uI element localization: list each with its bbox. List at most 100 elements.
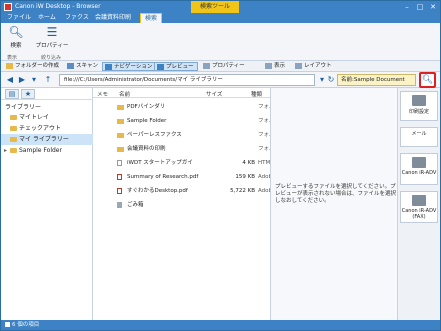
doc-icon bbox=[117, 160, 122, 166]
search-icon: 🔍︎ bbox=[421, 75, 434, 85]
tree-item[interactable]: チェックアウト bbox=[1, 123, 93, 134]
tab-fax[interactable]: ファクス bbox=[61, 13, 93, 23]
folder-icon bbox=[117, 105, 124, 110]
file-type: Adobe bbox=[258, 188, 270, 194]
search-button[interactable]: 🔍︎ 検索 bbox=[5, 25, 27, 49]
file-row[interactable]: Sample Folder フォルダ bbox=[115, 116, 270, 127]
folder-icon bbox=[10, 115, 17, 120]
tree-item-label: チェックアウト bbox=[19, 125, 62, 132]
title-bar: Canon iW Desktop - Browser 検索ツール – □ ✕ bbox=[1, 1, 440, 13]
property-icon: ☰ bbox=[46, 25, 58, 39]
file-name: Sample Folder bbox=[127, 118, 167, 124]
tree-item-label: マイトレイ bbox=[19, 114, 50, 121]
history-dropdown-icon[interactable]: ▾ bbox=[29, 75, 39, 85]
folder-icon bbox=[10, 126, 17, 131]
view-button[interactable]: 表示 bbox=[263, 62, 288, 71]
file-row[interactable]: 会議資料の印刷 フォルダ bbox=[115, 144, 270, 155]
file-list: メモ 名前 サイズ 種類 PDFバインダリフォルダSample Folderフォ… bbox=[93, 88, 270, 320]
tab-meeting-print[interactable]: 会議資料印刷 bbox=[91, 13, 135, 23]
properties-icon bbox=[203, 63, 210, 69]
file-row[interactable]: ペーパーレスファクス フォルダ bbox=[115, 130, 270, 141]
layout-button[interactable]: レイアウト bbox=[293, 62, 335, 71]
column-memo[interactable]: メモ bbox=[97, 90, 108, 98]
context-tab-label: 検索ツール bbox=[191, 1, 239, 13]
file-type: HTML bbox=[258, 160, 270, 166]
nav-tabs: ▤ ★ bbox=[1, 88, 93, 100]
layout-label: レイアウト bbox=[304, 63, 332, 69]
scan-button[interactable]: スキャン bbox=[65, 62, 101, 71]
tree-item[interactable]: ▸ Sample Folder bbox=[1, 145, 93, 156]
preview-message: プレビューするファイルを選択してください。プレビューが表示されない場合は、ファイ… bbox=[275, 184, 397, 204]
output-button[interactable]: Canon iR-ADV bbox=[400, 153, 438, 185]
library-header: ライブラリー bbox=[5, 104, 42, 111]
search-execute-button[interactable]: 🔍︎ bbox=[419, 72, 436, 88]
file-size: 5,722 KB bbox=[230, 188, 255, 194]
properties-button[interactable]: プロパティー bbox=[201, 62, 248, 71]
file-name: すぐわかるDesktop.pdf bbox=[127, 188, 188, 194]
library-tab-icon[interactable]: ▤ bbox=[5, 89, 19, 99]
folder-icon bbox=[117, 147, 124, 152]
back-icon[interactable]: ◀ bbox=[5, 75, 15, 85]
file-row[interactable]: ごみ箱 bbox=[115, 200, 270, 211]
group-display-label: 表示 bbox=[7, 55, 18, 61]
output-button-label: 印刷設定 bbox=[408, 109, 429, 115]
tree-item[interactable]: マイトレイ bbox=[1, 112, 93, 123]
navigation-label: ナビゲーション bbox=[114, 64, 153, 70]
group-refine-label: 絞り込み bbox=[41, 55, 62, 61]
file-name: iWDT スタートアップガイ bbox=[127, 160, 193, 166]
maximize-icon[interactable]: □ bbox=[414, 2, 426, 12]
navigation-icon bbox=[105, 64, 112, 70]
tree-item-label: Sample Folder bbox=[19, 147, 62, 154]
column-type[interactable]: 種類 bbox=[251, 90, 262, 98]
file-name: ごみ箱 bbox=[127, 202, 144, 208]
output-button-label: Canon iR-ADV bbox=[401, 170, 437, 176]
output-button[interactable]: Canon iR-ADV (FAX) bbox=[400, 191, 438, 223]
file-row[interactable]: PDFバインダリ フォルダ bbox=[115, 102, 270, 113]
output-button-label: Canon iR-ADV (FAX) bbox=[401, 208, 437, 220]
file-type: フォルダ bbox=[258, 104, 270, 110]
search-input[interactable]: 名前:Sample Document bbox=[337, 74, 416, 86]
create-folder-label: フォルダーの作成 bbox=[15, 63, 60, 69]
output-button[interactable]: メール bbox=[400, 127, 438, 147]
file-row[interactable]: Summary of Research.pdf 159 KBAdobe bbox=[115, 172, 270, 183]
window-title: Canon iW Desktop - Browser bbox=[15, 3, 101, 10]
close-icon[interactable]: ✕ bbox=[427, 2, 439, 12]
status-icon bbox=[5, 322, 10, 327]
path-field[interactable]: file:///C:/Users/Administrator/Documents… bbox=[59, 74, 315, 86]
folder-icon bbox=[117, 133, 124, 138]
status-text: 6 個の項目 bbox=[12, 322, 40, 328]
file-size: 4 KB bbox=[242, 160, 255, 166]
column-size[interactable]: サイズ bbox=[206, 90, 222, 98]
tree-item-label: マイ ライブラリー bbox=[19, 136, 69, 143]
minimize-icon[interactable]: – bbox=[401, 2, 413, 12]
favorites-tab-icon[interactable]: ★ bbox=[21, 89, 35, 99]
tree-item[interactable]: マイ ライブラリー bbox=[1, 134, 93, 145]
column-header: メモ 名前 サイズ 種類 bbox=[93, 88, 270, 98]
up-icon[interactable]: ↑ bbox=[43, 75, 53, 85]
output-button[interactable]: 印刷設定 bbox=[400, 91, 438, 121]
refresh-icon[interactable]: ↻ bbox=[326, 75, 336, 85]
create-folder-button[interactable]: フォルダーの作成 bbox=[4, 62, 62, 71]
column-name[interactable]: 名前 bbox=[119, 90, 130, 98]
tab-home[interactable]: ホーム bbox=[34, 13, 60, 23]
preview-pane: プレビューするファイルを選択してください。プレビューが表示されない場合は、ファイ… bbox=[270, 88, 397, 320]
file-type: フォルダ bbox=[258, 132, 270, 138]
tab-file[interactable]: ファイル bbox=[3, 13, 35, 23]
expand-icon[interactable]: ▸ bbox=[4, 145, 7, 156]
file-row[interactable]: iWDT スタートアップガイ 4 KBHTML bbox=[115, 158, 270, 169]
forward-icon[interactable]: ▶ bbox=[17, 75, 27, 85]
pdf-icon bbox=[117, 174, 122, 180]
file-name: PDFバインダリ bbox=[127, 104, 166, 110]
navigation-pane: ▤ ★ ライブラリー マイトレイチェックアウト マイ ライブラリー ▸ Sample … bbox=[1, 88, 93, 320]
file-type: フォルダ bbox=[258, 118, 270, 124]
file-name: ペーパーレスファクス bbox=[127, 132, 182, 138]
property-button[interactable]: ☰ プロパティー bbox=[33, 25, 71, 49]
scan-label: スキャン bbox=[76, 63, 99, 69]
file-row[interactable]: すぐわかるDesktop.pdf 5,722 KBAdobe bbox=[115, 186, 270, 197]
ribbon: 🔍︎ 検索 ☰ プロパティー 表示 絞り込み bbox=[1, 23, 440, 61]
navigation-button[interactable]: ナビゲーション bbox=[102, 62, 157, 71]
preview-button[interactable]: プレビュー bbox=[154, 62, 198, 71]
folder-icon bbox=[10, 148, 17, 153]
tab-search[interactable]: 検索 bbox=[140, 13, 163, 23]
folder-icon bbox=[117, 119, 124, 124]
